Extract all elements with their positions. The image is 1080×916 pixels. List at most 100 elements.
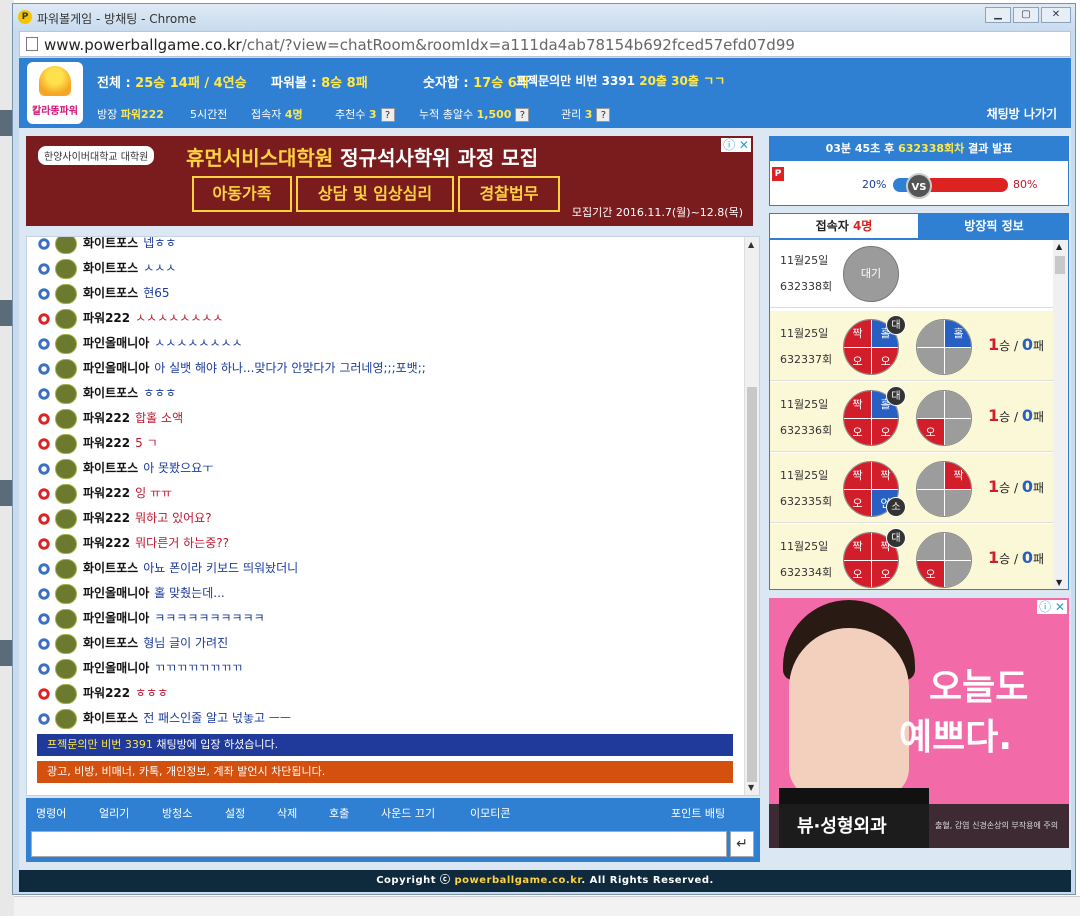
toolbar-settings[interactable]: 설정: [225, 805, 245, 821]
side-tabs: 접속자 4명 방장픽 정보: [769, 213, 1069, 239]
message-user[interactable]: 화이트포스: [83, 636, 138, 650]
total-count: 1,500: [476, 108, 512, 121]
round-row[interactable]: 11월25일 632337회 짝 홀 오 오 대 홀 1승 / 0패: [770, 311, 1054, 381]
toolbar-call[interactable]: 호출: [329, 805, 349, 821]
message-user[interactable]: 화이트포스: [83, 561, 138, 575]
round-date: 11월25일: [780, 327, 829, 340]
message-user[interactable]: 파워222: [83, 486, 130, 500]
stat-label: 프젝문의만 비번 3391: [516, 74, 636, 88]
address-bar[interactable]: www.powerballgame.co.kr/chat/?view=chatR…: [19, 31, 1071, 57]
chat-input[interactable]: [31, 831, 727, 857]
scroll-down-icon[interactable]: ▼: [1056, 578, 1062, 587]
pick-cell: 짝: [844, 320, 871, 347]
scroll-up-icon[interactable]: ▲: [1056, 242, 1062, 251]
message-user[interactable]: 파워222: [83, 411, 130, 425]
ad-tag: 상담 및 임상심리: [296, 176, 454, 212]
message-text: 아 못봤으요ㅜ: [143, 461, 214, 475]
leave-room-button[interactable]: 채팅방 나가기: [987, 105, 1057, 122]
title-bar: P 파워볼게임 - 방채팅 - Chrome ▁ ▢ ✕: [13, 4, 1075, 30]
footer-site-link[interactable]: powerballgame.co.kr: [454, 875, 581, 886]
toolbar-command[interactable]: 명령어: [36, 805, 66, 821]
team-icon: [37, 511, 51, 526]
owner-name[interactable]: 파워222: [121, 108, 164, 121]
scroll-up-icon[interactable]: ▲: [748, 240, 754, 249]
size-badge: 대: [886, 315, 906, 335]
manage-count: 3: [584, 108, 593, 121]
message-user[interactable]: 파워222: [83, 536, 130, 550]
banner-ad-top[interactable]: 한양사이버대학교 대학원 휴먼서비스대학원 정규석사학위 과정 모집 아동가족 …: [26, 136, 753, 226]
message-user[interactable]: 파인올매니아: [83, 661, 149, 675]
chat-message: 파인올매니아 아 실뱃 해야 하나...맞다가 안맞다가 그러네영;;;포뱃;;: [37, 357, 426, 379]
minimize-button[interactable]: ▁: [985, 7, 1011, 23]
scroll-thumb[interactable]: [747, 387, 757, 782]
round-list-scrollbar[interactable]: ▲ ▼: [1053, 240, 1068, 589]
round-row[interactable]: 11월25일632335회짝짝오언소짝1승 / 0패: [770, 453, 1054, 523]
tab-owner-pick[interactable]: 방장픽 정보: [919, 213, 1069, 239]
toolbar-delete[interactable]: 삭제: [277, 805, 297, 821]
message-user[interactable]: 화이트포스: [83, 386, 138, 400]
total-label: 누적 총알수: [419, 108, 474, 121]
message-user[interactable]: 파인올매니아: [83, 586, 149, 600]
maximize-button[interactable]: ▢: [1013, 7, 1039, 23]
team-icon: [37, 336, 51, 351]
round-row[interactable]: 11월25일 632338회 대기: [770, 240, 1054, 308]
message-user[interactable]: 화이트포스: [83, 461, 138, 475]
rank-badge-icon: [55, 633, 77, 654]
manage-help-button[interactable]: ?: [596, 108, 611, 122]
result-timer: 03분 45초 후: [825, 142, 899, 155]
win-count: 1: [988, 406, 1000, 425]
system-notice-enter: 프젝문의만 비번 3391 채팅방에 입장 하셨습니다.: [37, 734, 733, 756]
chat-message: 화이트포스 ㅅㅅㅅ: [37, 257, 176, 279]
chat-panel: 화이트포스 넵ㅎㅎ 화이트포스 ㅅㅅㅅ 화이트포스 현65 파워222 ㅅㅅㅅㅅㅅㅅㅅㅅ 파인올…: [26, 236, 760, 796]
ad-close-icon[interactable]: ⓘ ✕: [721, 138, 751, 152]
banner-ad-right[interactable]: 오늘도 예쁘다. 뷰·성형외과 출혈, 감염 신경손상의 부작용에 주의 ⓘ ✕: [769, 598, 1069, 848]
stat-value: 8승 8패: [321, 76, 368, 91]
message-user[interactable]: 화이트포스: [83, 286, 138, 300]
message-user[interactable]: 화이트포스: [83, 261, 138, 275]
message-user[interactable]: 화이트포스: [83, 711, 138, 725]
toolbar-sound-off[interactable]: 사운드 끄기: [381, 805, 435, 821]
toolbar-freeze[interactable]: 얼리기: [99, 805, 129, 821]
message-user[interactable]: 파워222: [83, 311, 130, 325]
round-row[interactable]: 11월25일 632334회 짝 짝 오 오 대 오 1승 / 0패: [770, 524, 1054, 589]
point-bet-button[interactable]: 포인트 배팅: [671, 805, 725, 821]
stat-sum: 숫자합 : 17승 6패: [423, 72, 529, 91]
rank-badge-icon: [55, 237, 77, 254]
message-user[interactable]: 파워222: [83, 436, 130, 450]
message-text: ㅋㅋㅋㅋㅋㅋㅋㅋㅋㅋ: [154, 611, 265, 625]
toolbar-clean[interactable]: 방청소: [162, 805, 192, 821]
message-user[interactable]: 화이트포스: [83, 237, 138, 250]
tab-users[interactable]: 접속자 4명: [769, 213, 919, 239]
message-text: 합홀 소액: [135, 411, 184, 425]
toolbar-emoticon[interactable]: 이모티콘: [470, 805, 510, 821]
users-label: 접속자: [251, 108, 282, 121]
message-user[interactable]: 파인올매니아: [83, 361, 149, 375]
message-text: 전 패스인줄 알고 넋놓고 ㅡㅡ: [143, 711, 291, 725]
chat-message: 화이트포스 형님 글이 가려진: [37, 632, 228, 654]
result-cell: 오: [917, 419, 944, 445]
message-user[interactable]: 파워222: [83, 511, 130, 525]
url-path: /chat/?view=chatRoom&roomIdx=a111da4ab78…: [241, 36, 795, 54]
stat-note: 프젝문의만 비번 3391 20출 30출 ㄱㄱ: [516, 72, 725, 89]
send-button[interactable]: ↵: [730, 831, 754, 857]
ad-close-icon[interactable]: ⓘ ✕: [1037, 600, 1067, 614]
loss-count: 0: [1021, 335, 1033, 354]
chat-message: 파워222 잉 ㅠㅠ: [37, 482, 172, 504]
round-row[interactable]: 11월25일 632336회 짝 홀 오 오 대 오 1승 / 0패: [770, 382, 1054, 452]
close-window-button[interactable]: ✕: [1041, 7, 1071, 23]
vs-icon: VS: [906, 173, 932, 199]
size-badge: 소: [886, 497, 906, 517]
wait-badge: 대기: [843, 246, 899, 302]
message-user[interactable]: 파인올매니아: [83, 611, 149, 625]
total-help-button[interactable]: ?: [515, 108, 530, 122]
loss-count: 0: [1021, 477, 1033, 496]
message-text: 5 ㄱ: [135, 436, 158, 450]
scroll-down-icon[interactable]: ▼: [748, 783, 754, 792]
message-user[interactable]: 파인올매니아: [83, 336, 149, 350]
team-icon: [37, 436, 51, 451]
chat-scrollbar[interactable]: ▲ ▼: [744, 237, 759, 795]
divider: [844, 560, 898, 561]
scroll-thumb[interactable]: [1055, 256, 1065, 274]
recommend-help-button[interactable]: ?: [380, 108, 395, 122]
message-user[interactable]: 파워222: [83, 686, 130, 700]
